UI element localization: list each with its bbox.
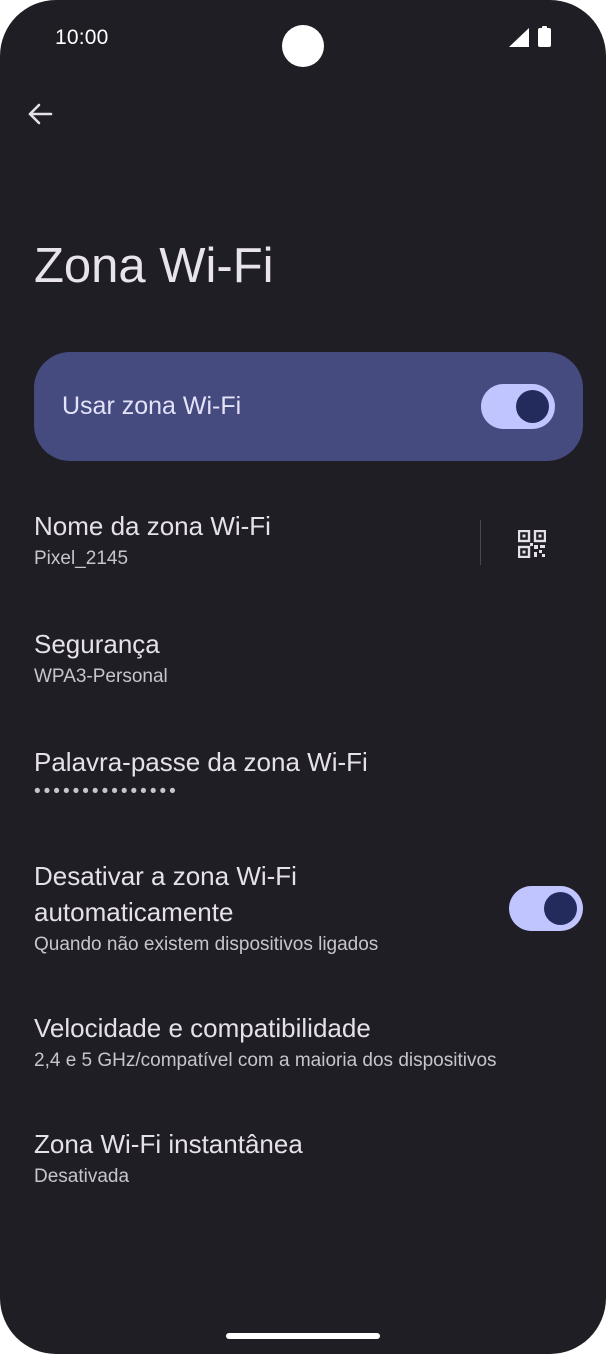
phone-screen: 10:00 Zona Wi-Fi Usar zona Wi-Fi Nome da…	[0, 0, 606, 1354]
setting-summary: WPA3-Personal	[34, 666, 168, 687]
setting-speed-compatibility[interactable]: Velocidade e compatibilidade 2,4 e 5 GHz…	[34, 1010, 579, 1074]
setting-title: Zona Wi-Fi instantânea	[34, 1129, 303, 1159]
switch-thumb	[544, 892, 577, 925]
home-indicator[interactable]	[226, 1333, 380, 1339]
use-hotspot-switch[interactable]	[481, 384, 555, 429]
setting-summary: 2,4 e 5 GHz/compatível com a maioria dos…	[34, 1050, 497, 1071]
setting-hotspot-name[interactable]: Nome da zona Wi-Fi Pixel_2145	[34, 508, 464, 572]
camera-cutout	[282, 25, 324, 67]
setting-title: Desativar a zona Wi-Fi automaticamente	[34, 861, 297, 927]
status-bar: 10:00	[0, 0, 606, 76]
setting-title: Segurança	[34, 629, 160, 659]
setting-title: Nome da zona Wi-Fi	[34, 511, 271, 541]
use-hotspot-label: Usar zona Wi-Fi	[62, 392, 242, 420]
setting-instant-hotspot[interactable]: Zona Wi-Fi instantânea Desativada	[34, 1126, 574, 1190]
back-button[interactable]	[20, 94, 60, 134]
switch-thumb	[516, 390, 549, 423]
status-clock: 10:00	[55, 26, 109, 49]
use-hotspot-toggle-card[interactable]: Usar zona Wi-Fi	[34, 352, 583, 461]
share-qr-button[interactable]	[510, 522, 554, 566]
setting-security[interactable]: Segurança WPA3-Personal	[34, 626, 574, 690]
setting-summary: Pixel_2145	[34, 548, 129, 569]
setting-title: Velocidade e compatibilidade	[34, 1013, 371, 1043]
setting-title: Palavra-passe da zona Wi-Fi	[34, 747, 368, 777]
arrow-back-icon	[28, 103, 53, 125]
setting-summary: Desativada	[34, 1166, 130, 1187]
setting-summary: Quando não existem dispositivos ligados	[34, 934, 379, 955]
auto-off-switch[interactable]	[509, 886, 583, 931]
qr-code-icon	[518, 530, 546, 558]
setting-password[interactable]: Palavra-passe da zona Wi-Fi ••••••••••••…	[34, 744, 574, 802]
page-title: Zona Wi-Fi	[34, 239, 274, 293]
divider	[480, 520, 481, 565]
password-masked-value: •••••••••••••••	[34, 781, 179, 802]
signal-icon	[509, 28, 529, 47]
setting-auto-off[interactable]: Desativar a zona Wi-Fi automaticamente Q…	[34, 858, 474, 958]
battery-icon	[538, 26, 551, 47]
